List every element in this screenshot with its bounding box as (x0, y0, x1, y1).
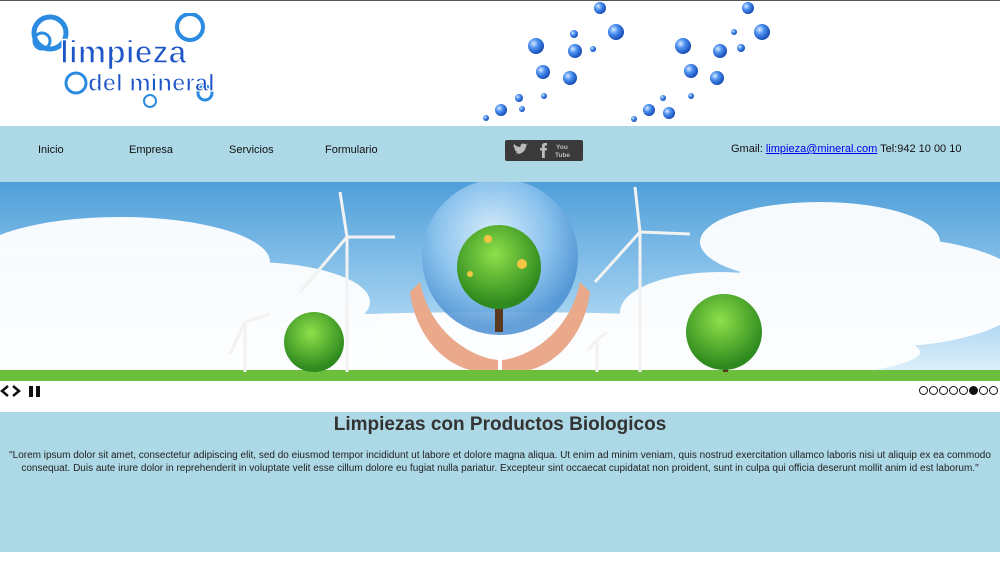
hero-illustration (0, 182, 1000, 381)
logo-text-line1: limpieza (60, 34, 186, 70)
slide-dot-6[interactable] (969, 386, 978, 395)
contact-info: Gmail: limpieza@mineral.com Tel:942 10 0… (731, 143, 961, 155)
nav-inicio[interactable]: Inicio (38, 144, 64, 156)
logo-text-line2: del mineral (88, 70, 215, 97)
chevron-left-icon[interactable] (0, 384, 22, 398)
svg-text:Tube: Tube (555, 152, 570, 159)
slide-dot-1[interactable] (919, 386, 928, 395)
twitter-icon[interactable] (513, 143, 528, 155)
site-logo[interactable]: limpieza del mineral (30, 13, 230, 111)
slide-dot-4[interactable] (949, 386, 958, 395)
site-header: limpieza del mineral (0, 1, 1000, 126)
nav-formulario[interactable]: Formulario (325, 144, 378, 156)
hero-slider-image (0, 182, 1000, 381)
gmail-label: Gmail: (731, 143, 763, 155)
slide-dot-3[interactable] (939, 386, 948, 395)
nav-empresa[interactable]: Empresa (129, 144, 173, 156)
chevron-right-icon (12, 385, 21, 397)
slide-dot-7[interactable] (979, 386, 988, 395)
social-links: You Tube (505, 140, 583, 161)
phone-number: Tel:942 10 00 10 (880, 143, 962, 155)
email-link[interactable]: limpieza@mineral.com (766, 143, 877, 155)
pause-icon[interactable] (28, 385, 42, 398)
youtube-icon[interactable]: You Tube (555, 144, 570, 159)
body-text: "Lorem ipsum dolor sit amet, consectetur… (9, 450, 991, 474)
slide-dot-8[interactable] (989, 386, 998, 395)
slide-indicators (919, 386, 998, 395)
main-content: Limpiezas con Productos Biologicos "Lore… (0, 412, 1000, 552)
social-icons: You Tube (513, 143, 570, 159)
decorative-bubbles (483, 2, 770, 122)
nav-servicios[interactable]: Servicios (229, 144, 274, 156)
slide-dot-2[interactable] (929, 386, 938, 395)
page-title: Limpiezas con Productos Biologicos (333, 414, 667, 435)
facebook-icon[interactable] (540, 143, 547, 158)
slide-dot-5[interactable] (959, 386, 968, 395)
slider-controls (0, 381, 1000, 412)
main-nav: Inicio Empresa Servicios Formulario You … (0, 126, 1000, 182)
svg-text:You: You (556, 144, 568, 151)
